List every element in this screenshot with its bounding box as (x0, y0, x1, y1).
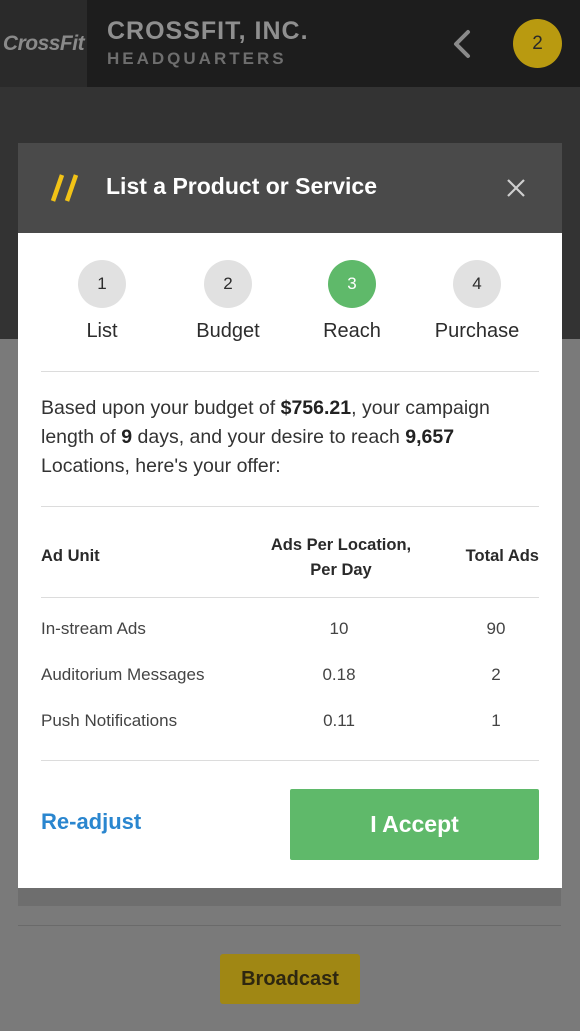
header-total-ads: Total Ads (465, 547, 539, 565)
table-row: Auditorium Messages 0.18 2 (41, 665, 539, 695)
campaign-days: 9 (121, 426, 133, 448)
app-header: CrossFit CROSSFIT, INC. HEADQUARTERS 2 (0, 0, 580, 87)
divider (41, 597, 539, 598)
step-label: List (86, 320, 118, 342)
divider (41, 506, 539, 507)
table-row: In-stream Ads 10 90 (41, 619, 539, 649)
offer-text-part: Locations, here's your offer: (41, 455, 281, 477)
budget-amount: $756.21 (280, 397, 352, 419)
step-number: 4 (453, 260, 501, 308)
broadcast-button[interactable]: Broadcast (220, 954, 360, 1004)
step-label: Purchase (434, 320, 520, 342)
per-day-cell: 0.11 (323, 711, 355, 730)
close-icon[interactable] (506, 178, 526, 198)
chevron-left-icon[interactable] (448, 27, 478, 61)
accept-button[interactable]: I Accept (290, 789, 539, 860)
total-ads-cell: 2 (491, 665, 501, 684)
ad-unit-cell: In-stream Ads (41, 619, 146, 638)
modal-title: List a Product or Service (106, 173, 377, 199)
list-product-modal: List a Product or Service 1 List 2 Budge… (18, 143, 562, 888)
double-slash-icon (50, 174, 79, 202)
offer-text-part: days, and your desire to reach (132, 426, 406, 448)
per-day-cell: 10 (329, 619, 349, 638)
step-purchase[interactable]: 4 Purchase (415, 260, 539, 343)
header-ad-unit: Ad Unit (41, 547, 100, 565)
offer-text-part: Based upon your budget of (41, 397, 281, 419)
app-title: CROSSFIT, INC. (107, 17, 309, 45)
step-number: 2 (204, 260, 252, 308)
per-day-cell: 0.18 (322, 665, 356, 684)
readjust-link[interactable]: Re-adjust (41, 809, 141, 835)
step-list[interactable]: 1 List (40, 260, 164, 343)
step-budget[interactable]: 2 Budget (166, 260, 290, 343)
ad-unit-cell: Push Notifications (41, 711, 178, 730)
notification-badge[interactable]: 2 (513, 19, 562, 68)
total-ads-cell: 1 (491, 711, 501, 730)
table-row: Push Notifications 0.11 1 (41, 711, 539, 741)
divider (41, 371, 539, 372)
offer-summary: Based upon your budget of $756.21, your … (41, 394, 541, 481)
crossfit-logo[interactable]: CrossFit (0, 0, 87, 87)
step-number: 1 (78, 260, 126, 308)
step-label: Reach (323, 320, 381, 342)
app-title-block: CROSSFIT, INC. HEADQUARTERS (107, 17, 309, 69)
step-reach[interactable]: 3 Reach (290, 260, 414, 343)
step-indicator: 1 List 2 Budget 3 Reach 4 Purchase (18, 260, 562, 350)
total-ads-cell: 90 (486, 619, 506, 638)
ad-unit-cell: Auditorium Messages (41, 665, 205, 684)
location-count: 9,657 (405, 426, 455, 448)
app-subtitle: HEADQUARTERS (107, 49, 287, 68)
step-label: Budget (196, 320, 260, 342)
background-card (18, 888, 561, 906)
modal-header: List a Product or Service (18, 143, 562, 233)
step-number: 3 (328, 260, 376, 308)
divider (41, 760, 539, 761)
background-divider (18, 925, 561, 926)
header-ads-per-location: Ads Per Location, Per Day (270, 536, 412, 579)
